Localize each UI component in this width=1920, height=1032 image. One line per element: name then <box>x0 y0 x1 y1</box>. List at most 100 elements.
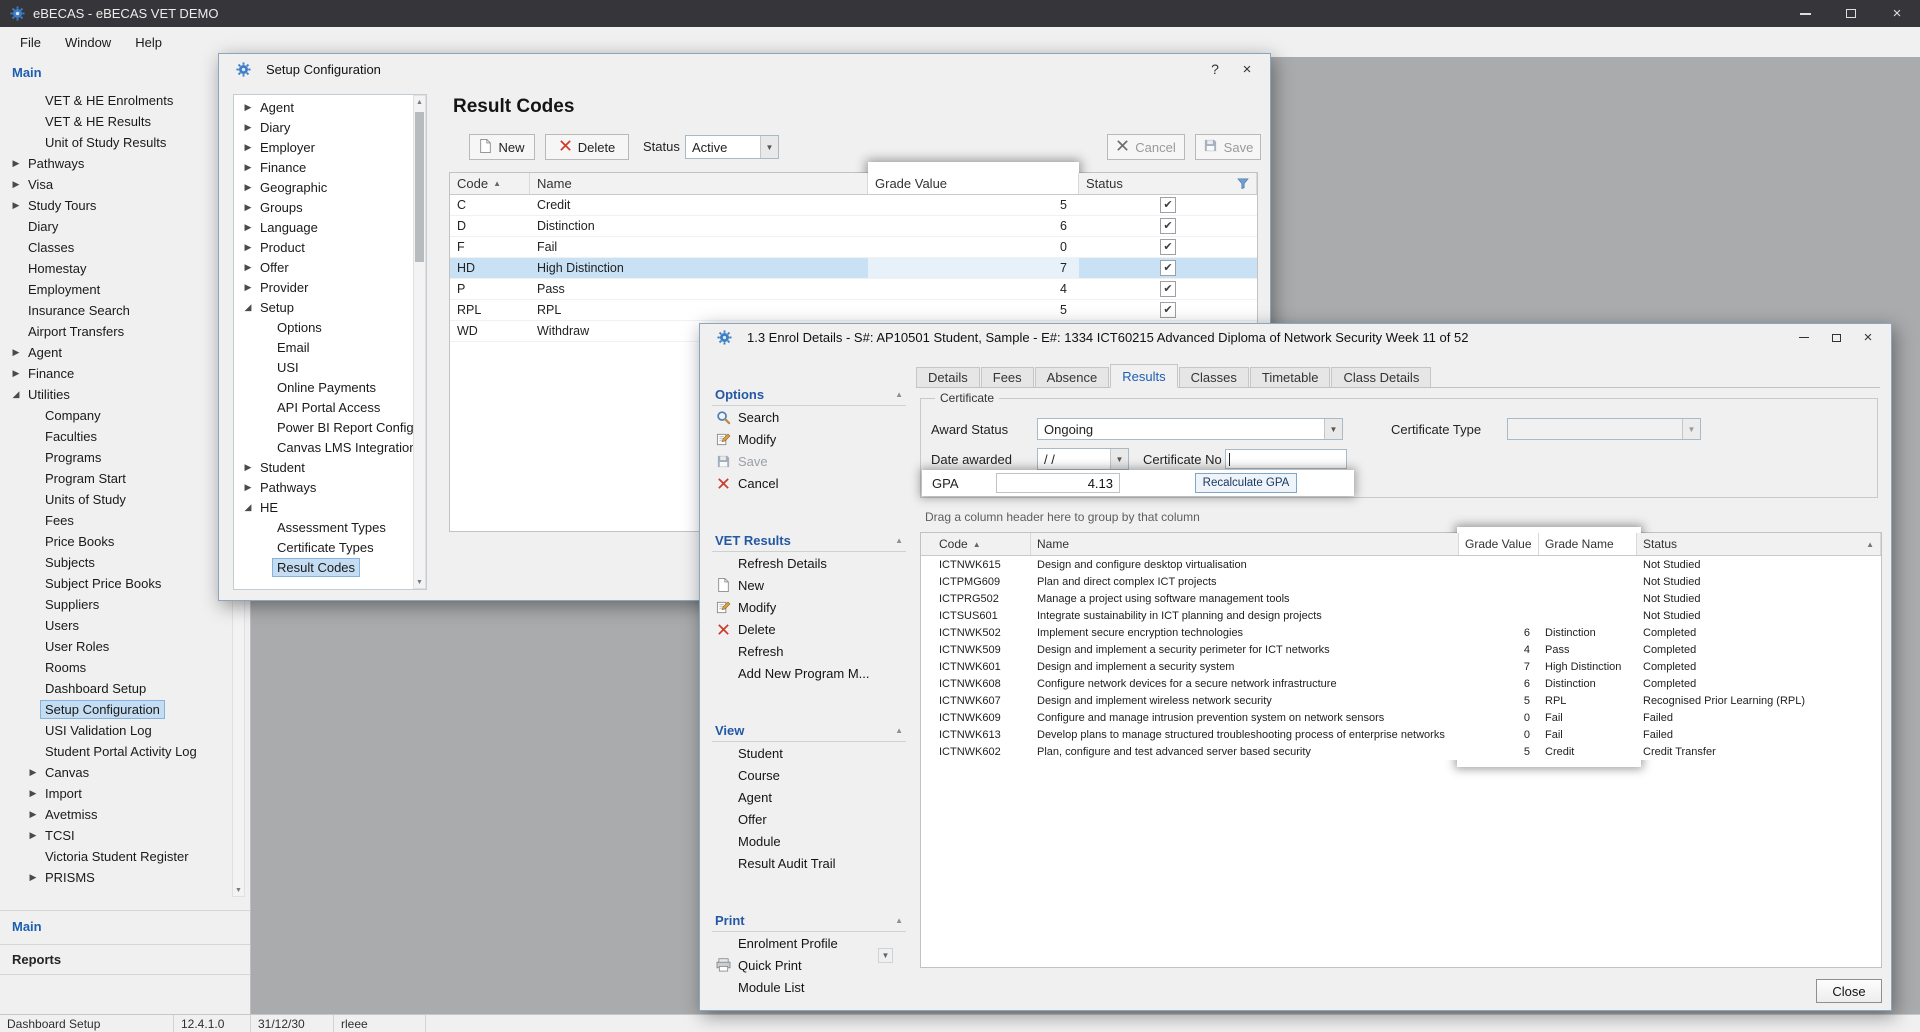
tree-item-utilities[interactable]: ◢Utilities <box>0 384 232 405</box>
tree-item-groups[interactable]: ▶Groups <box>234 197 426 217</box>
close-dialog-button[interactable]: × <box>1852 327 1884 349</box>
sidebar-footer-reports[interactable]: Reports <box>0 944 250 975</box>
result-row[interactable]: ICTNWK609Configure and manage intrusion … <box>921 709 1881 726</box>
status-checkbox[interactable]: ✔ <box>1160 239 1176 255</box>
delete-button[interactable]: Delete <box>545 134 629 160</box>
nav-item-new[interactable]: New <box>712 574 906 596</box>
result-row[interactable]: ICTNWK613Develop plans to manage structu… <box>921 726 1881 743</box>
tree-item-user-roles[interactable]: User Roles <box>0 636 232 657</box>
tree-item-homestay[interactable]: Homestay <box>0 258 232 279</box>
tree-item-program-start[interactable]: Program Start <box>0 468 232 489</box>
status-checkbox[interactable]: ✔ <box>1160 197 1176 213</box>
tree-collapsed-arrow-icon[interactable]: ▶ <box>25 788 41 799</box>
nav-item-module-list[interactable]: Module List <box>712 976 906 992</box>
nav-item-search[interactable]: Search <box>712 406 906 428</box>
status-checkbox[interactable]: ✔ <box>1160 218 1176 234</box>
column-header-status[interactable]: Status <box>1079 173 1257 194</box>
tree-item-users[interactable]: Users <box>0 615 232 636</box>
tab-absence[interactable]: Absence <box>1035 367 1110 387</box>
tree-collapsed-arrow-icon[interactable]: ▶ <box>25 809 41 820</box>
award-status-combobox[interactable]: Ongoing ▼ <box>1037 418 1343 440</box>
tree-item-import[interactable]: ▶Import <box>0 783 232 804</box>
tree-item-prisms[interactable]: ▶PRISMS <box>0 867 232 888</box>
certificate-no-input[interactable] <box>1225 449 1347 469</box>
tree-item-employer[interactable]: ▶Employer <box>234 137 426 157</box>
tree-item-usi-validation-log[interactable]: USI Validation Log <box>0 720 232 741</box>
status-checkbox[interactable]: ✔ <box>1160 302 1176 318</box>
tree-item-diary[interactable]: Diary <box>0 216 232 237</box>
nav-item-module[interactable]: Module <box>712 830 906 852</box>
tree-collapsed-arrow-icon[interactable]: ▶ <box>240 282 256 293</box>
minimize-button[interactable] <box>1788 327 1820 349</box>
tree-item-assessment-types[interactable]: Assessment Types <box>234 517 426 537</box>
tree-item-victoria-student-register[interactable]: Victoria Student Register <box>0 846 232 867</box>
tree-collapsed-arrow-icon[interactable]: ▶ <box>8 179 24 190</box>
tree-collapsed-arrow-icon[interactable]: ▶ <box>240 242 256 253</box>
recalculate-gpa-button[interactable]: Recalculate GPA <box>1195 473 1297 493</box>
tree-item-student-portal-activity-log[interactable]: Student Portal Activity Log <box>0 741 232 762</box>
tree-collapsed-arrow-icon[interactable]: ▶ <box>240 182 256 193</box>
status-filter-combobox[interactable]: Active ▼ <box>685 135 779 159</box>
tree-collapsed-arrow-icon[interactable]: ▶ <box>240 162 256 173</box>
collapse-arrow-icon[interactable]: ▲ <box>895 536 903 545</box>
nav-item-cancel[interactable]: Cancel <box>712 472 906 494</box>
result-code-row[interactable]: CCredit5✔ <box>450 195 1257 216</box>
tree-item-airport-transfers[interactable]: Airport Transfers <box>0 321 232 342</box>
result-row[interactable]: ICTNWK502Implement secure encryption tec… <box>921 624 1881 641</box>
nav-item-modify[interactable]: Modify <box>712 596 906 618</box>
nav-item-modify[interactable]: Modify <box>712 428 906 450</box>
collapse-arrow-icon[interactable]: ▲ <box>895 390 903 399</box>
tree-item-diary[interactable]: ▶Diary <box>234 117 426 137</box>
scroll-down-icon[interactable]: ▼ <box>233 884 244 896</box>
tree-item-insurance-search[interactable]: Insurance Search <box>0 300 232 321</box>
tree-item-he[interactable]: ◢HE <box>234 497 426 517</box>
nav-item-result-audit-trail[interactable]: Result Audit Trail <box>712 852 906 874</box>
tree-item-fees[interactable]: Fees <box>0 510 232 531</box>
save-button[interactable]: Save <box>1195 134 1261 160</box>
nav-section-header[interactable]: Print▲ <box>712 910 906 932</box>
column-header-grade-name[interactable]: Grade Name <box>1539 533 1637 555</box>
tab-class-details[interactable]: Class Details <box>1331 367 1431 387</box>
tab-fees[interactable]: Fees <box>981 367 1034 387</box>
column-header-code[interactable]: Code▲ <box>450 173 530 194</box>
chevron-down-icon[interactable]: ▼ <box>1324 419 1342 439</box>
tree-item-canvas[interactable]: ▶Canvas <box>0 762 232 783</box>
tree-item-visa[interactable]: ▶Visa <box>0 174 232 195</box>
tree-item-online-payments[interactable]: Online Payments <box>234 377 426 397</box>
tree-collapsed-arrow-icon[interactable]: ▶ <box>240 262 256 273</box>
tree-item-price-books[interactable]: Price Books <box>0 531 232 552</box>
tree-item-setup[interactable]: ◢Setup <box>234 297 426 317</box>
close-button[interactable]: × <box>1874 0 1920 27</box>
tree-item-employment[interactable]: Employment <box>0 279 232 300</box>
help-button[interactable]: ? <box>1199 58 1231 80</box>
tab-results[interactable]: Results <box>1110 364 1177 388</box>
nav-item-delete[interactable]: Delete <box>712 618 906 640</box>
tree-item-study-tours[interactable]: ▶Study Tours <box>0 195 232 216</box>
tree-item-finance[interactable]: ▶Finance <box>0 363 232 384</box>
result-code-row[interactable]: DDistinction6✔ <box>450 216 1257 237</box>
tree-item-programs[interactable]: Programs <box>0 447 232 468</box>
collapse-arrow-icon[interactable]: ▲ <box>895 726 903 735</box>
tree-item-finance[interactable]: ▶Finance <box>234 157 426 177</box>
nav-item-enrolment-profile[interactable]: Enrolment Profile <box>712 932 906 954</box>
tree-item-offer[interactable]: ▶Offer <box>234 257 426 277</box>
tree-collapsed-arrow-icon[interactable]: ▶ <box>240 122 256 133</box>
tree-expanded-arrow-icon[interactable]: ◢ <box>240 302 256 313</box>
nav-item-course[interactable]: Course <box>712 764 906 786</box>
column-header-name[interactable]: Name <box>530 173 868 194</box>
status-checkbox[interactable]: ✔ <box>1160 260 1176 276</box>
nav-section-header[interactable]: VET Results▲ <box>712 530 906 552</box>
tree-item-geographic[interactable]: ▶Geographic <box>234 177 426 197</box>
tree-item-certificate-types[interactable]: Certificate Types <box>234 537 426 557</box>
tree-item-units-of-study[interactable]: Units of Study <box>0 489 232 510</box>
column-header-grade-value[interactable]: Grade Value <box>1459 533 1539 555</box>
tree-item-classes[interactable]: Classes <box>0 237 232 258</box>
result-row[interactable]: ICTPMG609Plan and direct complex ICT pro… <box>921 573 1881 590</box>
tree-item-unit-of-study-results[interactable]: Unit of Study Results <box>0 132 232 153</box>
column-header-code[interactable]: Code▲ <box>921 533 1031 555</box>
tree-collapsed-arrow-icon[interactable]: ▶ <box>8 158 24 169</box>
tree-collapsed-arrow-icon[interactable]: ▶ <box>240 142 256 153</box>
result-row[interactable]: ICTNWK602Plan, configure and test advanc… <box>921 743 1881 760</box>
nav-section-header[interactable]: View▲ <box>712 720 906 742</box>
tree-item-dashboard-setup[interactable]: Dashboard Setup <box>0 678 232 699</box>
